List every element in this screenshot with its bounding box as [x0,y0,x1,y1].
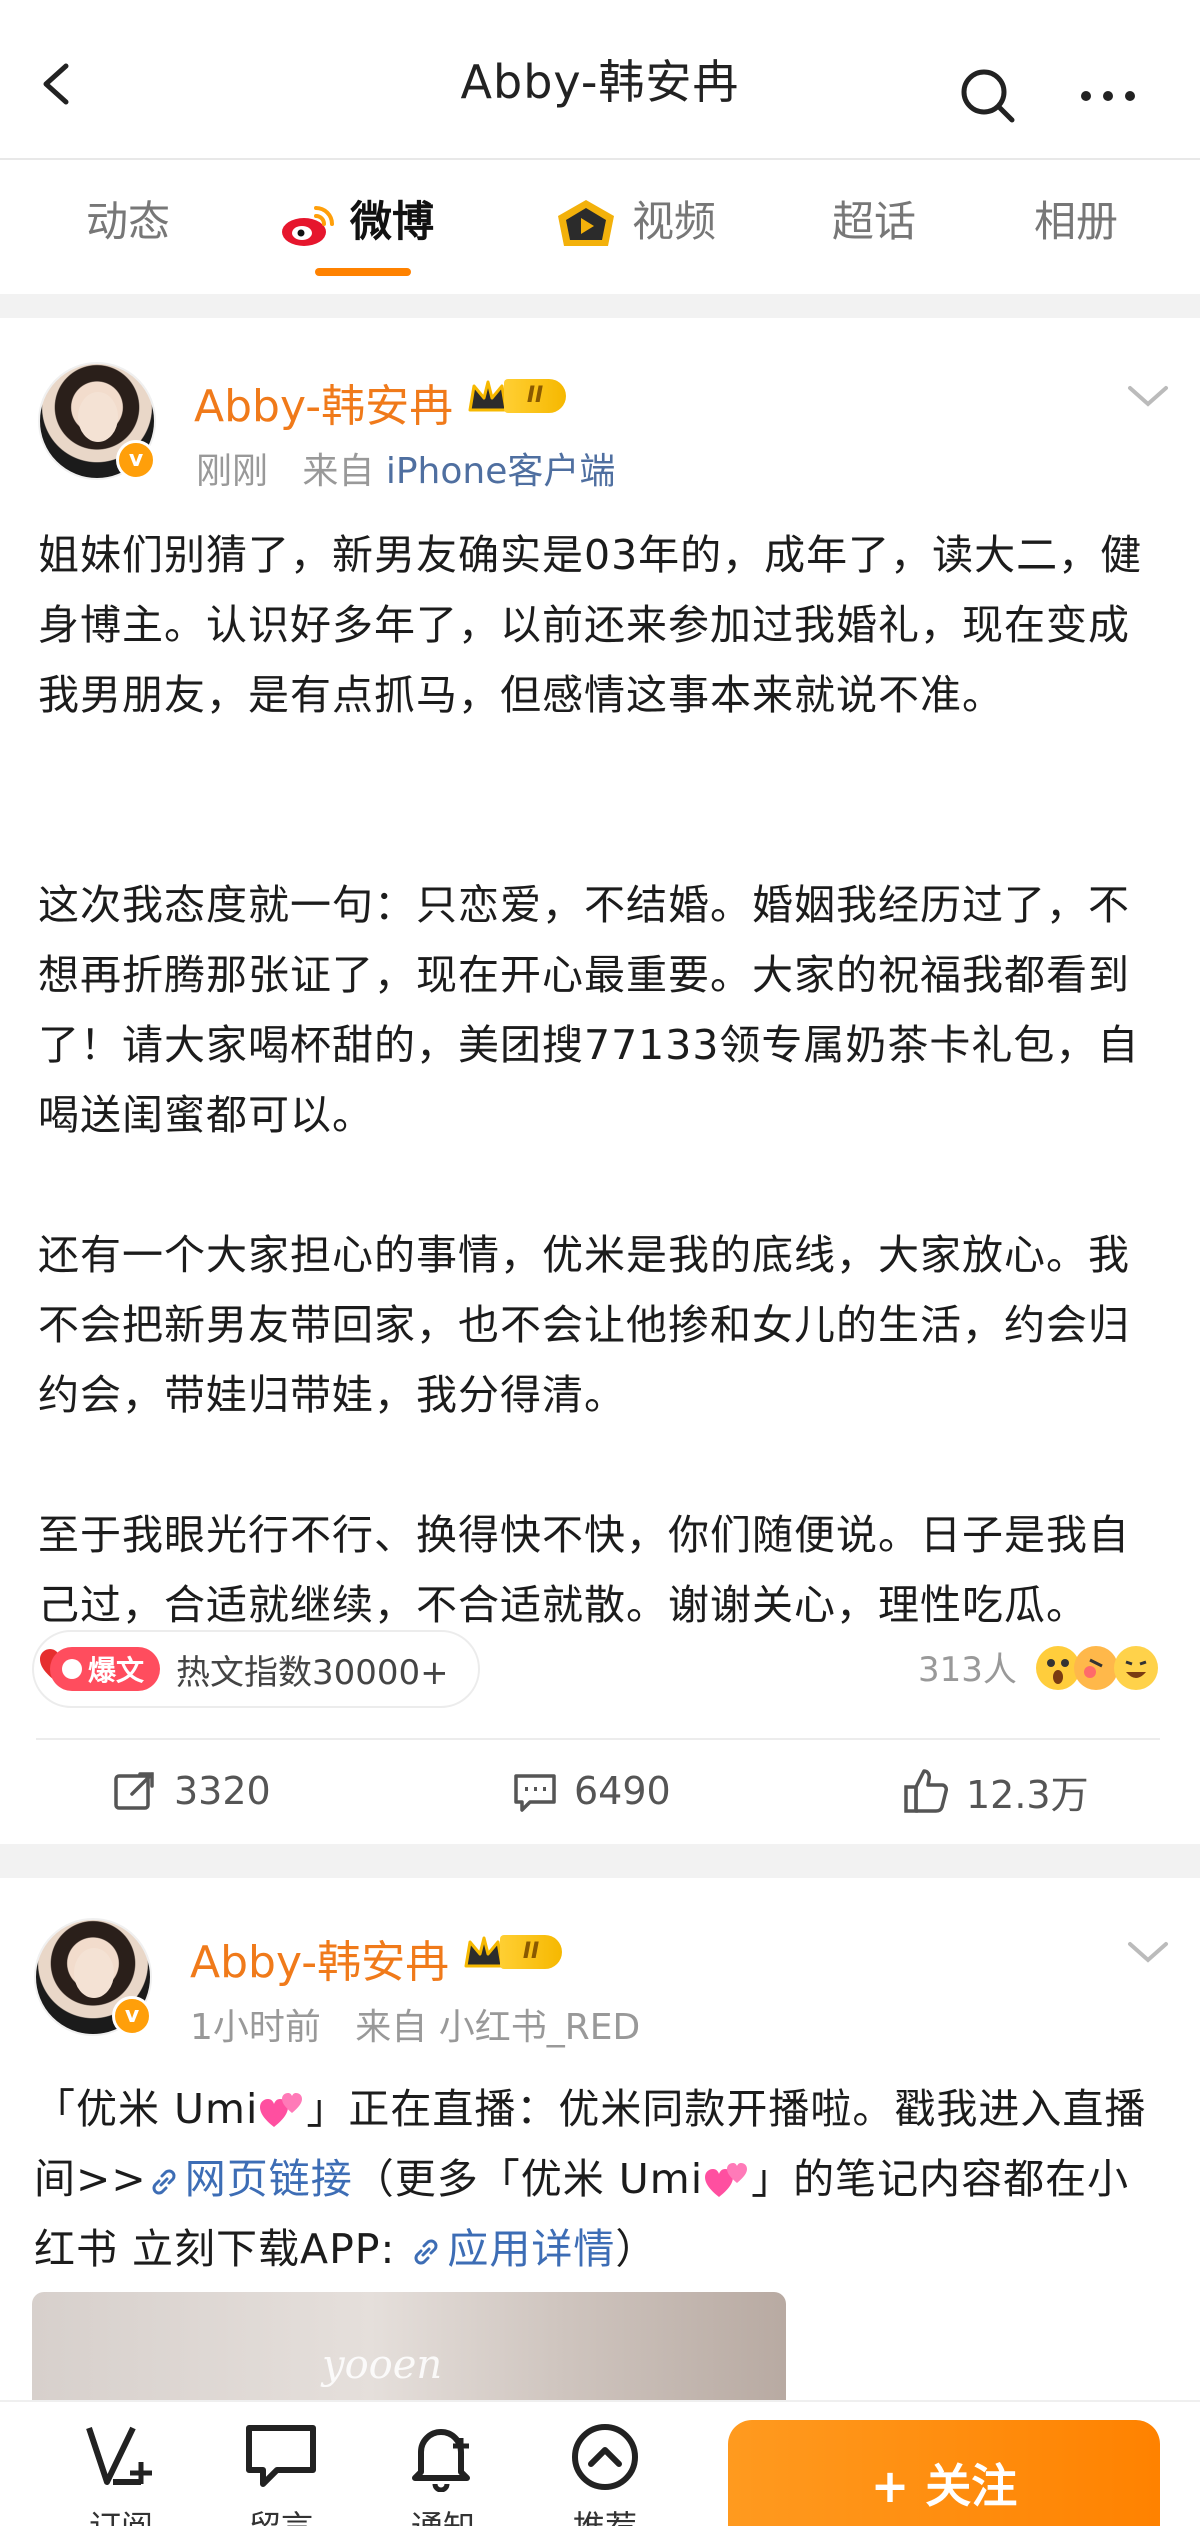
tab-weibo-label: 微博 [350,197,435,246]
chevron-down-icon[interactable] [1126,1938,1170,1966]
post-source[interactable]: 小红书_RED [439,2007,640,2048]
hot-tag-label: 爆文 [88,1654,145,1687]
member-level-badge: II [462,1932,562,1972]
weibo-logo-icon [282,205,334,246]
verified-badge-icon: v [116,440,156,480]
author-name[interactable]: Abby-韩安冉 [194,370,453,434]
comment-bubble-icon [246,2425,316,2487]
source-prefix: 来自 [302,451,375,492]
tab-super-topic[interactable]: 超话 [832,192,916,252]
recommend-label: 推荐 [550,2502,660,2526]
chevron-up-circle-icon [572,2424,638,2490]
verified-badge-icon: v [112,1996,152,2036]
back-arrow-icon[interactable] [36,62,80,106]
post-text-segment: 「优米 Umi [34,2085,259,2133]
post-text: 「优米 Umi 」正在直播：优米同款开播啦。戳我进入直播间>> 网页链接（更多「优米… [34,2074,1164,2284]
reaction-emoji-icons[interactable] [1032,1632,1162,1702]
message-label: 留言 [226,2502,336,2526]
post-time: 刚刚 [196,451,269,492]
post-time: 1小时前 [190,2007,321,2048]
comment-icon [514,1774,556,1812]
bottom-action-bar: 订阅 留言 通知 推荐 + 关注 [0,2400,1200,2526]
video-icon [558,199,614,246]
bell-icon [412,2429,470,2493]
tab-dynamic[interactable]: 动态 [86,192,170,252]
recommend-button[interactable]: 推荐 [550,2422,660,2526]
member-level-badge: II [466,376,566,416]
repost-icon [114,1772,154,1810]
post-card: v Abby-韩安冉 II 刚刚 来自 iPhone客户端 姐妹们别猜了，新男友… [0,318,1200,1844]
hot-index-text: 热文指数30000+ [176,1652,449,1693]
message-button[interactable]: 留言 [226,2422,336,2526]
tab-video[interactable]: 视频 [554,192,716,252]
more-icon[interactable] [1078,78,1138,114]
hot-tag: 爆文 [50,1647,161,1691]
tab-weibo[interactable]: 微博 [280,192,434,252]
web-link[interactable]: 网页链接 [147,2155,353,2203]
subscribe-label: 订阅 [66,2502,176,2526]
post-source[interactable]: iPhone客户端 [386,451,616,492]
like-count: 12.3万 [966,1772,1089,1817]
fire-icon [62,1659,82,1679]
post-text-segment: ） [615,2225,658,2273]
post-paragraph: 还有一个大家担心的事情，优米是我的底线，大家放心。我不会把新男友带回家，也不会让… [38,1231,1130,1419]
action-divider [36,1738,1160,1740]
profile-tabs: 动态 微博 视频 超话 相册 [0,162,1200,292]
repost-count: 3320 [174,1769,271,1813]
page-title: Abby-韩安冉 [460,55,740,109]
section-divider [0,294,1200,318]
tab-video-label: 视频 [632,197,717,246]
author-name[interactable]: Abby-韩安冉 [190,1926,449,1990]
repost-button[interactable]: 3320 [112,1756,271,1826]
top-bar: Abby-韩安冉 [0,0,1200,160]
search-icon[interactable] [958,66,1018,126]
hot-post-indicator[interactable]: 爆文 热文指数30000+ [32,1630,480,1708]
tab-album[interactable]: 相册 [1034,192,1118,252]
comment-button[interactable]: 6490 [512,1756,671,1826]
post-paragraph-text: 至于我眼光行不行、换得快不快，你们随便说。日子是我自己过，合适就继续，不合适就散… [38,1511,1130,1629]
image-watermark: yooen [322,2342,443,2388]
source-prefix: 来自 [355,2007,428,2048]
post-meta: 刚刚 来自 iPhone客户端 [196,442,615,494]
member-level: II [500,1935,562,1969]
web-link-label: 网页链接 [184,2155,353,2203]
link-icon [414,2239,438,2265]
member-level: II [504,379,566,413]
post-paragraph: 姐妹们别猜了，新男友确实是03年的，成年了，读大二，健身博主。认识好多年了，以前… [38,531,1143,719]
app-detail-link-label: 应用详情 [447,2225,616,2273]
subscribe-button[interactable]: 订阅 [66,2422,176,2526]
like-button[interactable]: 12.3万 [902,1756,1089,1826]
post-text-segment: （更多「优米 Umi [352,2155,704,2203]
thumbs-up-icon [904,1769,948,1813]
app-detail-link[interactable]: 应用详情 [409,2225,615,2273]
notify-button[interactable]: 通知 [388,2422,498,2526]
comment-count: 6490 [574,1769,671,1813]
post-paragraph: 这次我态度就一句：只恋爱，不结婚。婚姻我经历过了，不想再折腾那张证了，现在开心最… [38,881,1140,1139]
reaction-count[interactable]: 313人 [918,1638,1017,1702]
link-icon [152,2169,176,2195]
active-tab-indicator [315,268,411,276]
follow-button[interactable]: + 关注 [728,2420,1160,2526]
chevron-down-icon[interactable] [1126,382,1170,410]
section-divider [0,1844,1200,1878]
post-meta: 1小时前 来自 小红书_RED [190,1998,640,2050]
two-hearts-icon [260,2093,303,2127]
notify-label: 通知 [388,2502,498,2526]
subscribe-icon [86,2426,152,2485]
two-hearts-icon [705,2163,748,2197]
